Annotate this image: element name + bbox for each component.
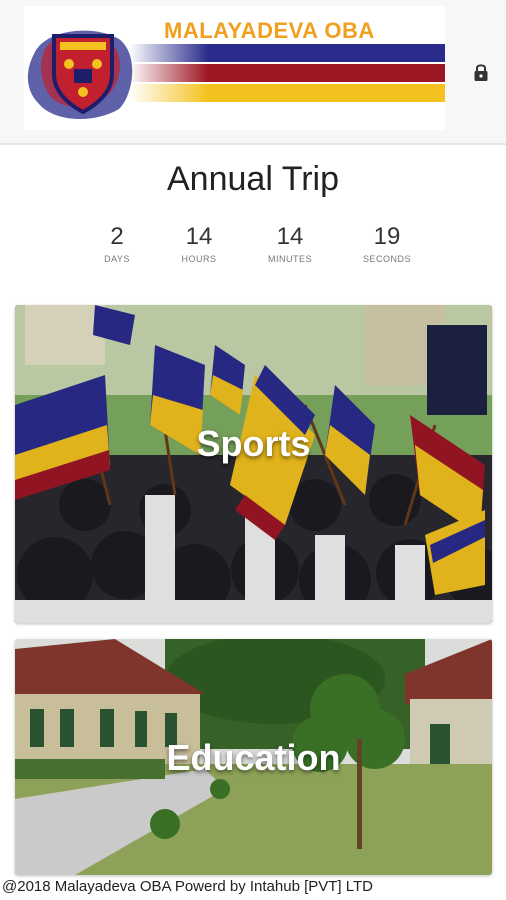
logo-title: MALAYADEVA OBA	[164, 18, 375, 43]
countdown-hours: 14 HOURS	[159, 223, 239, 264]
countdown-seconds-label: SECONDS	[362, 254, 411, 264]
countdown-seconds: 19 SECONDS	[347, 223, 427, 264]
countdown-minutes-label: MINUTES	[268, 254, 312, 264]
countdown-hours-label: HOURS	[181, 254, 217, 264]
lock-icon[interactable]	[473, 62, 489, 82]
school-crest-icon	[27, 30, 133, 120]
app-header: MALAYADEVA OBA	[0, 0, 506, 145]
countdown-days: 2 DAYS	[77, 223, 157, 264]
logo-stripe-red	[129, 64, 445, 82]
logo-stripe-blue	[129, 44, 445, 62]
countdown-minutes-value: 14	[276, 223, 304, 250]
sports-card-label: Sports	[196, 423, 311, 464]
sports-card[interactable]: Sports	[15, 305, 492, 623]
logo-stripe-yellow	[129, 84, 445, 102]
page-title: Annual Trip	[167, 160, 339, 198]
oba-logo[interactable]: MALAYADEVA OBA	[24, 6, 445, 130]
education-card[interactable]: Education	[15, 639, 492, 875]
countdown-minutes: 14 MINUTES	[250, 223, 330, 264]
footer-copyright: @2018 Malayadeva OBA Powerd by Intahub […	[2, 878, 373, 895]
countdown-timer: 2 DAYS 14 HOURS 14 MINUTES 19 SECONDS	[0, 223, 506, 273]
countdown-days-value: 2	[110, 223, 124, 250]
countdown-days-label: DAYS	[104, 254, 130, 264]
education-card-label: Education	[166, 737, 341, 778]
countdown-seconds-value: 19	[373, 223, 401, 250]
countdown-hours-value: 14	[185, 223, 213, 250]
